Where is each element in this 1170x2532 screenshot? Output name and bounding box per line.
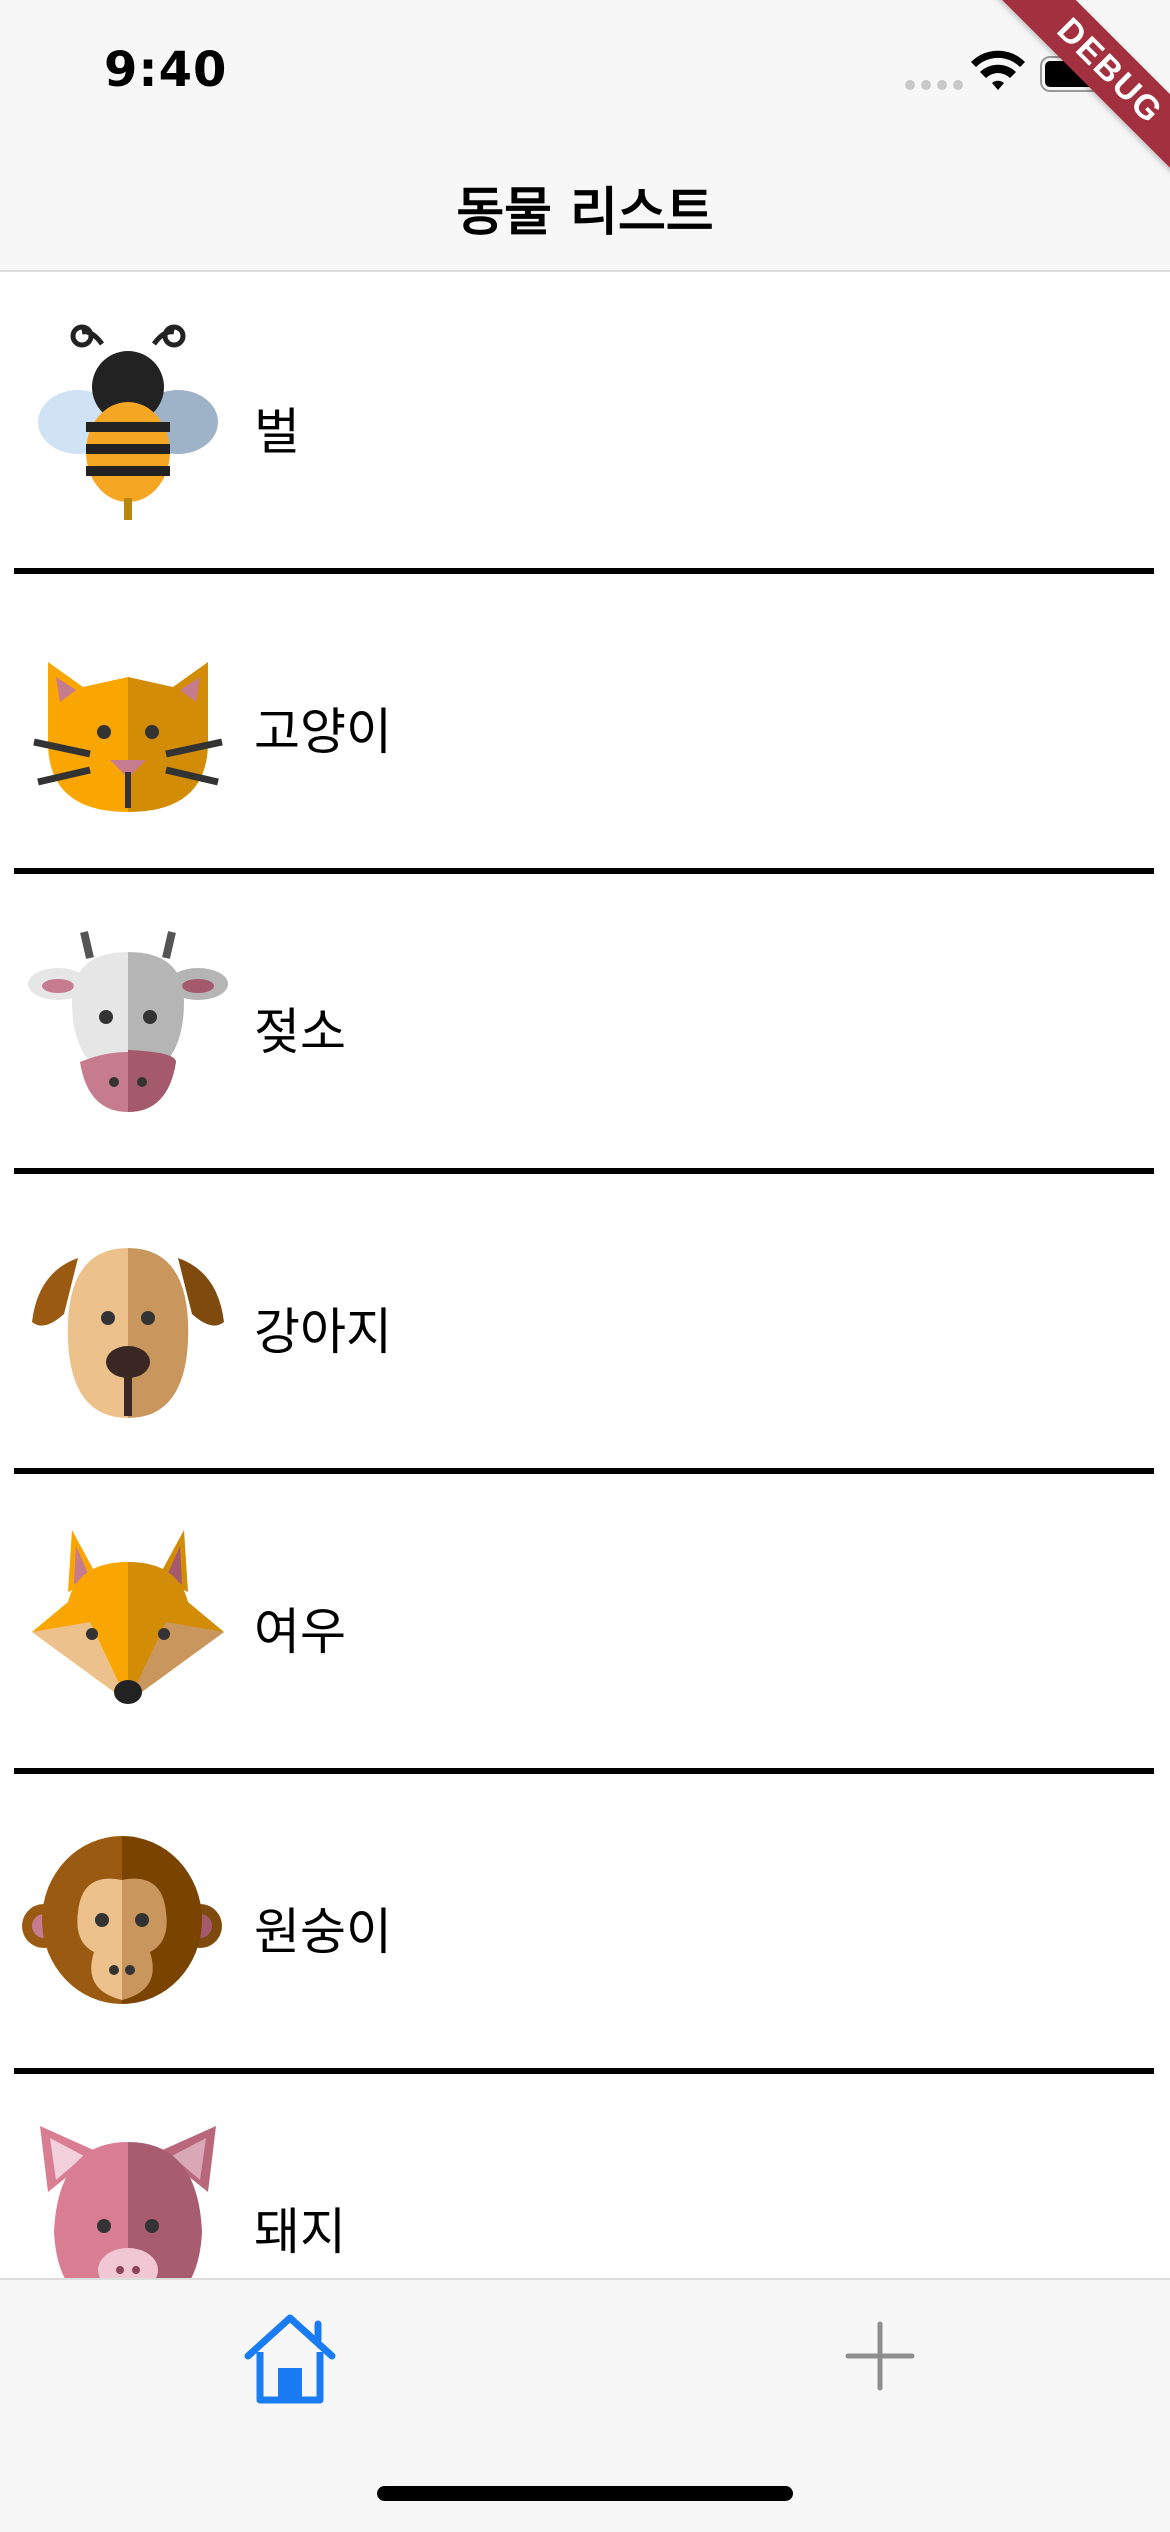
list-item-cow[interactable]: 젖소 — [0, 874, 1170, 1174]
navigation-bar: 동물 리스트 — [0, 140, 1170, 272]
animal-name: 돼지 — [254, 2203, 346, 2261]
list-item-dog[interactable]: 강아지 — [0, 1174, 1170, 1474]
bee-icon — [38, 324, 218, 520]
status-time: 9:40 — [104, 42, 228, 98]
animal-name: 원숭이 — [254, 1903, 392, 1961]
list-item-fox[interactable]: 여우 — [0, 1474, 1170, 1774]
animal-name: 여우 — [254, 1603, 346, 1661]
animal-name: 고양이 — [254, 703, 392, 761]
dog-icon — [32, 1248, 224, 1418]
home-indicator — [377, 2486, 793, 2501]
status-bar: 9:40 — [0, 0, 1170, 140]
list-item-monkey[interactable]: 원숭이 — [0, 1774, 1170, 2074]
animal-list[interactable]: 벌 고양이 젖소 강아지 여우 원숭이 돼지 — [0, 274, 1170, 2278]
animal-name: 벌 — [254, 403, 300, 461]
wifi-icon — [971, 50, 1025, 90]
pig-icon — [40, 2126, 216, 2278]
list-item-pig[interactable]: 돼지 — [0, 2074, 1170, 2278]
list-item-bee[interactable]: 벌 — [0, 274, 1170, 574]
list-item-cat[interactable]: 고양이 — [0, 574, 1170, 874]
plus-icon[interactable] — [840, 2316, 920, 2396]
animal-name: 강아지 — [254, 1303, 392, 1361]
monkey-icon — [22, 1836, 222, 2004]
cow-icon — [28, 931, 228, 1112]
page-title: 동물 리스트 — [456, 183, 714, 243]
cat-icon — [33, 662, 223, 812]
home-icon[interactable] — [240, 2310, 340, 2410]
animal-name: 젖소 — [254, 1003, 346, 1061]
signal-icon — [905, 80, 963, 90]
fox-icon — [32, 1530, 224, 1704]
